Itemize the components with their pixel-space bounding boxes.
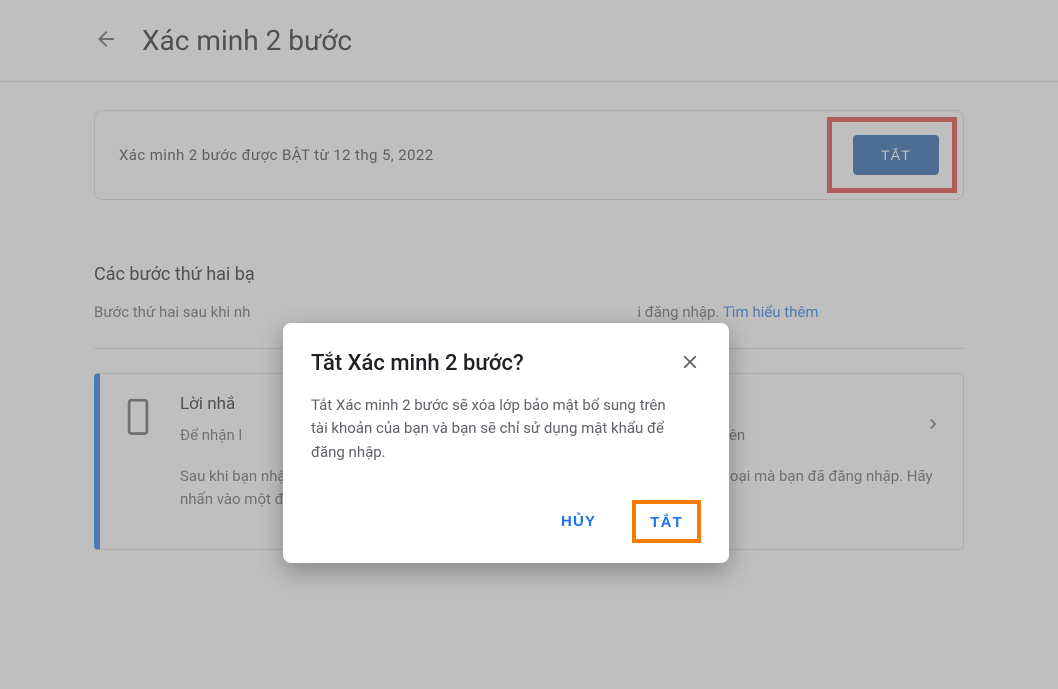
confirm-turn-off-button[interactable]: TẮT (650, 514, 683, 531)
close-button[interactable] (679, 351, 701, 376)
dialog-title: Tắt Xác minh 2 bước? (311, 351, 524, 376)
close-icon (679, 351, 701, 373)
dialog-actions: HỦY TẮT (311, 500, 701, 543)
dialog-header: Tắt Xác minh 2 bước? (311, 351, 701, 376)
dialog-body: Tắt Xác minh 2 bước sẽ xóa lớp bảo mật b… (311, 394, 701, 464)
cancel-button[interactable]: HỦY (549, 503, 608, 540)
turn-off-dialog: Tắt Xác minh 2 bước? Tắt Xác minh 2 bước… (283, 323, 729, 563)
annotation-highlight-orange: TẮT (632, 500, 701, 543)
